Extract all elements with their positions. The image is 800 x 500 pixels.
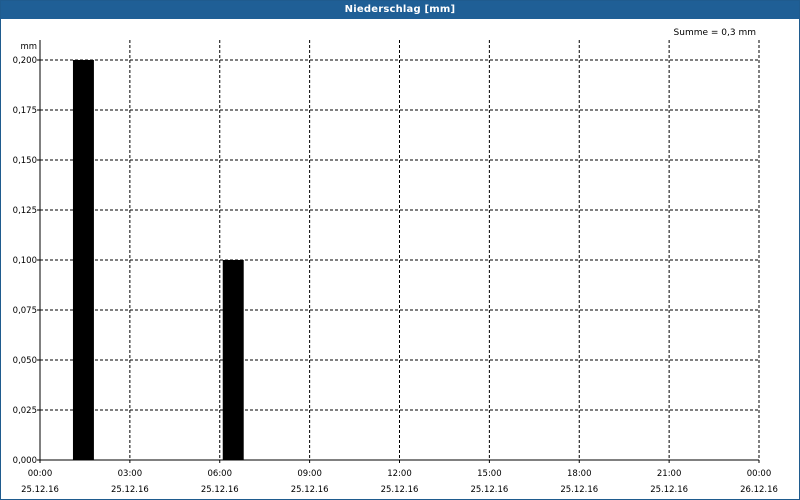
x-tick-time: 12:00 (387, 469, 412, 479)
x-tick-date: 26.12.16 (740, 485, 778, 495)
x-tick-date: 25.12.16 (470, 485, 508, 495)
y-tick-label: 0,025 (13, 406, 37, 416)
y-tick-label: 0,050 (13, 356, 37, 366)
y-tick-label: 0,100 (13, 256, 37, 266)
x-tick-time: 03:00 (118, 469, 143, 479)
x-tick-date: 25.12.16 (111, 485, 149, 495)
x-tick-date: 25.12.16 (291, 485, 329, 495)
x-tick-time: 18:00 (567, 469, 592, 479)
x-tick-time: 15:00 (477, 469, 502, 479)
precipitation-bar (222, 260, 244, 460)
y-tick-label: 0,000 (13, 456, 37, 466)
x-tick-date: 25.12.16 (650, 485, 688, 495)
x-tick-date: 25.12.16 (381, 485, 419, 495)
x-tick-time: 21:00 (657, 469, 682, 479)
y-tick-label: 0,150 (13, 156, 37, 166)
precipitation-bar (72, 60, 94, 460)
y-tick-label: 0,075 (13, 306, 37, 316)
x-tick-date: 25.12.16 (560, 485, 598, 495)
precipitation-chart: 0,000 0,025 0,050 0,075 0,100 0,125 0,150 0,175… (13, 28, 778, 495)
y-tick-label: 0,125 (13, 206, 37, 216)
sum-label: Summe = 0,3 mm (674, 28, 756, 38)
x-tick-time: 00:00 (28, 469, 53, 479)
x-tick-time: 09:00 (297, 469, 322, 479)
x-tick-time: 06:00 (208, 469, 233, 479)
y-axis-unit: mm (20, 42, 37, 52)
y-tick-label: 0,175 (13, 106, 37, 116)
x-tick-time: 00:00 (747, 469, 772, 479)
x-tick-date: 25.12.16 (21, 485, 59, 495)
x-tick-date: 25.12.16 (201, 485, 239, 495)
y-tick-label: 0,200 (13, 56, 37, 66)
